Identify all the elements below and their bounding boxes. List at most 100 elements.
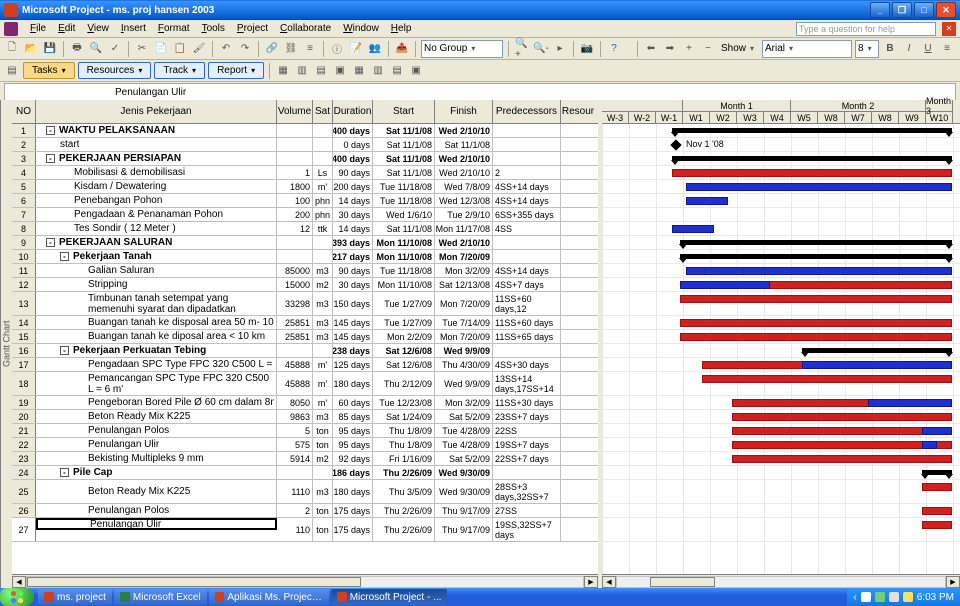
gantt-scroll-left[interactable]: ◀ [602,576,616,588]
table-row[interactable]: 19Pengeboran Bored Pile Ø 60 cm dalam 8m… [12,396,598,410]
resources-tab[interactable]: Resources [78,62,152,79]
gantt-row[interactable] [602,278,960,292]
view-btn5[interactable]: ▦ [351,63,367,79]
view-btn7[interactable]: ▤ [389,63,405,79]
gantt-row[interactable] [602,264,960,278]
tray-icon[interactable] [861,592,871,602]
copy-button[interactable]: 📄 [153,41,169,57]
col-pred[interactable]: Predecessors [493,100,561,123]
table-row[interactable]: 4Mobilisasi & demobilisasi1Ls90 daysSat … [12,166,598,180]
milestone[interactable] [670,139,681,150]
gantt-row[interactable]: Nov 1 '08 [602,138,960,152]
paste-button[interactable]: 📋 [172,41,188,57]
grid-hscroll[interactable]: ◀ ▶ [12,574,598,588]
minimize-button[interactable]: _ [870,2,890,18]
viewbar-toggle[interactable]: ▤ [4,63,20,79]
gantt-bar[interactable] [686,183,952,191]
info-button[interactable]: ⓘ [329,41,345,57]
table-row[interactable]: 12Stripping15000m230 daysMon 11/10/08Sat… [12,278,598,292]
view-btn1[interactable]: ▦ [275,63,291,79]
italic-button[interactable]: I [901,41,917,57]
gantt-row[interactable] [602,372,960,396]
gantt-row[interactable] [602,518,960,542]
gantt-bar[interactable] [732,413,952,421]
gantt-bar[interactable] [802,348,952,353]
tray-icon[interactable] [889,592,899,602]
gantt-bar[interactable] [680,319,952,327]
table-row[interactable]: 13Timbunan tanah setempat yang memenuhi … [12,292,598,316]
gantt-bar[interactable] [672,169,952,177]
print-button[interactable]: 🖶 [69,41,85,57]
table-row[interactable]: 23Bekisting Multipleks 9 mm5914m292 days… [12,452,598,466]
table-row[interactable]: 8Tes Sondir ( 12 Meter )12ttk14 daysSat … [12,222,598,236]
maximize-button[interactable]: □ [914,2,934,18]
gantt-bar[interactable] [680,240,952,245]
gantt-row[interactable] [602,410,960,424]
clock[interactable]: 6:03 PM [917,592,954,603]
close-button[interactable]: ✕ [936,2,956,18]
gantt-bar[interactable] [922,521,952,529]
help-button[interactable]: ? [606,41,622,57]
col-sat[interactable]: Sat [313,100,333,123]
bold-button[interactable]: B [882,41,898,57]
gantt-bar[interactable] [672,156,952,161]
menu-window[interactable]: Window [337,21,385,36]
copy-picture-button[interactable]: 📷 [579,41,595,57]
spell-button[interactable]: ✓ [107,41,123,57]
gantt-bar[interactable] [732,455,952,463]
gantt-bar[interactable] [680,254,952,259]
gantt-bar[interactable] [680,295,952,303]
menu-project[interactable]: Project [231,21,274,36]
gantt-scroll-right[interactable]: ▶ [946,576,960,588]
link-button[interactable]: 🔗 [264,41,280,57]
help-search-input[interactable] [796,22,936,36]
menu-file[interactable]: File [24,21,52,36]
report-tab[interactable]: Report [208,62,264,79]
cut-button[interactable]: ✂ [134,41,150,57]
view-btn8[interactable]: ▣ [408,63,424,79]
publish-button[interactable]: 📤 [394,41,410,57]
gantt-row[interactable] [602,438,960,452]
gantt-bar[interactable] [922,507,952,515]
unlink-button[interactable]: ⛓ [283,41,299,57]
menu-insert[interactable]: Insert [115,21,152,36]
gantt-body[interactable]: Nov 1 '08 [602,124,960,574]
menu-edit[interactable]: Edit [52,21,81,36]
font-combo[interactable]: Arial [762,40,852,58]
taskbar-item[interactable]: Aplikasi Ms. Project ... [209,589,329,605]
gantt-row[interactable] [602,330,960,344]
redo-button[interactable]: ↷ [237,41,253,57]
show-subtasks-button[interactable]: + [681,41,697,57]
taskbar-item[interactable]: ms. project [38,589,112,605]
gantt-bar[interactable] [680,333,952,341]
scroll-left[interactable]: ◀ [12,576,26,588]
align-button[interactable]: ≡ [939,41,955,57]
gantt-bar[interactable] [672,225,714,233]
tray-icon[interactable] [875,592,885,602]
undo-button[interactable]: ↶ [218,41,234,57]
gantt-row[interactable] [602,424,960,438]
col-duration[interactable]: Duration [333,100,373,123]
gantt-hscroll[interactable]: ◀ ▶ [602,574,960,588]
gantt-row[interactable] [602,504,960,518]
fontsize-combo[interactable]: 8 [855,40,879,58]
gantt-bar[interactable] [680,281,770,289]
split-button[interactable]: ≡ [302,41,318,57]
save-button[interactable]: 💾 [42,41,58,57]
gantt-row[interactable] [602,396,960,410]
gantt-row[interactable] [602,480,960,504]
table-row[interactable]: 10-Pekerjaan Tanah217 daysMon 11/10/08Mo… [12,250,598,264]
gantt-bar[interactable] [922,470,952,475]
gantt-row[interactable] [602,466,960,480]
table-row[interactable]: 17Pengadaan SPC Type FPC 320 C500 L = 6 … [12,358,598,372]
table-row[interactable]: 6Penebangan Pohon100phn14 daysTue 11/18/… [12,194,598,208]
gantt-row[interactable] [602,292,960,316]
menu-format[interactable]: Format [152,21,196,36]
table-row[interactable]: 24-Pile Cap186 daysThu 2/26/09Wed 9/30/0… [12,466,598,480]
table-row[interactable]: 15Buangan tanah ke diposal area < 10 km2… [12,330,598,344]
gantt-row[interactable] [602,236,960,250]
view-btn4[interactable]: ▣ [332,63,348,79]
zoom-in-button[interactable]: 🔍+ [514,41,530,57]
tasks-tab[interactable]: Tasks [23,62,75,79]
view-btn2[interactable]: ▥ [294,63,310,79]
